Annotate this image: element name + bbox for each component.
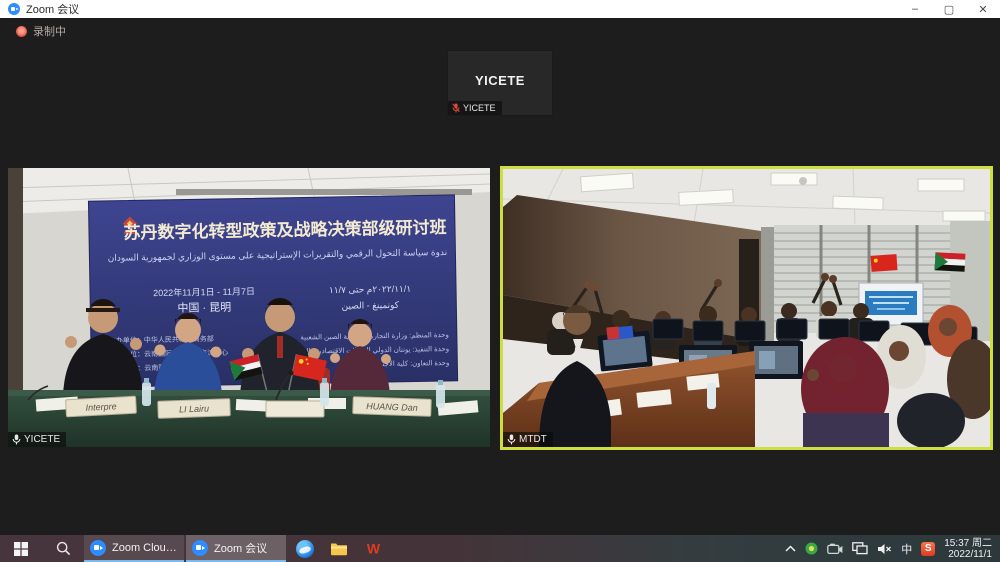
window-titlebar: Zoom 会议 – ▢ ✕: [0, 0, 1000, 18]
taskbar-app-zoom-meeting[interactable]: Zoom 会议: [186, 535, 286, 562]
taskbar-wps-button[interactable]: W: [356, 535, 390, 562]
tray-clock[interactable]: 15:37 周二 2022/11/1: [944, 538, 992, 560]
tray-sogou-icon[interactable]: S: [921, 542, 935, 556]
mic-icon: [507, 434, 516, 445]
mic-icon: [12, 434, 21, 445]
system-tray: 中 S 15:37 周二 2022/11/1: [785, 535, 1000, 562]
maximize-button[interactable]: ▢: [932, 0, 966, 18]
nameplate: LI Lairu: [179, 403, 209, 414]
zoom-meeting-window: Zoom 会议 – ▢ ✕ 录制中 YICETE YICETE: [0, 0, 1000, 562]
participant-thumbnail[interactable]: YICETE YICETE: [447, 50, 553, 116]
right-video-name-tag: MTDT: [503, 432, 553, 447]
svg-text:كونمينغ - الصين: كونمينغ - الصين: [341, 300, 399, 311]
recording-dot-icon: [16, 26, 27, 37]
search-icon: [56, 541, 71, 556]
tray-time: 15:37 周二: [944, 538, 992, 549]
tray-antivirus-icon[interactable]: [805, 542, 818, 555]
close-button[interactable]: ✕: [966, 0, 1000, 18]
wps-icon: W: [365, 541, 382, 556]
tray-chevron-up-icon[interactable]: [785, 545, 796, 552]
svg-text:٢٠٢٢/١١/١م حتى ١١/٧: ٢٠٢٢/١١/١م حتى ١١/٧: [329, 284, 411, 295]
video-tile-yicete[interactable]: 苏丹数字化转型政策及战略决策部级研讨班 ندوة سياسة التحول ال…: [8, 168, 490, 447]
windows-logo-icon: [14, 542, 28, 556]
taskbar-app-zoom-cloud[interactable]: Zoom Cloud Mee...: [84, 535, 184, 562]
taskbar-browser-button[interactable]: [288, 535, 322, 562]
tray-camera-icon[interactable]: [827, 543, 843, 555]
thumbnail-name-tag: YICETE: [448, 101, 502, 115]
tray-volume-muted-icon[interactable]: [877, 543, 892, 555]
svg-text:W: W: [366, 541, 380, 556]
flag-china-wall: [870, 254, 897, 272]
flag-sudan-wall: [935, 252, 966, 272]
thumbnail-display-name: YICETE: [448, 73, 552, 88]
start-button[interactable]: [0, 535, 42, 562]
tray-input-method-indicator[interactable]: 中: [901, 541, 912, 557]
nameplate: Interpre: [85, 401, 117, 413]
conference-room-scene: 苏丹数字化转型政策及战略决策部级研讨班 ندوة سياسة التحول ال…: [8, 168, 490, 447]
zoom-app-icon: [192, 540, 208, 556]
muted-mic-icon: [452, 103, 460, 113]
folder-icon: [330, 541, 348, 556]
windows-taskbar: Zoom Cloud Mee... Zoom 会议 W: [0, 535, 1000, 562]
svg-text:2022年11月1日 - 11月7日: 2022年11月1日 - 11月7日: [153, 285, 255, 298]
tray-display-icon[interactable]: [852, 542, 868, 555]
meeting-stage: 录制中 YICETE YICETE: [0, 18, 1000, 535]
left-video-name-tag: YICETE: [8, 432, 66, 447]
nameplate: HUANG Dan: [366, 401, 418, 413]
window-title: Zoom 会议: [26, 1, 79, 17]
tray-date: 2022/11/1: [944, 549, 992, 560]
minimize-button[interactable]: –: [898, 0, 932, 18]
browser-icon: [296, 540, 314, 558]
taskbar-search-button[interactable]: [42, 535, 84, 562]
svg-text:中国 · 昆明: 中国 · 昆明: [177, 301, 231, 315]
video-tile-mtdt[interactable]: MTDT: [500, 166, 993, 450]
zoom-app-icon: [90, 540, 106, 556]
recording-indicator: 录制中: [16, 23, 66, 39]
computer-lab-scene: [503, 169, 990, 447]
recording-label: 录制中: [33, 23, 66, 39]
zoom-logo-icon: [8, 3, 20, 15]
taskbar-explorer-button[interactable]: [322, 535, 356, 562]
